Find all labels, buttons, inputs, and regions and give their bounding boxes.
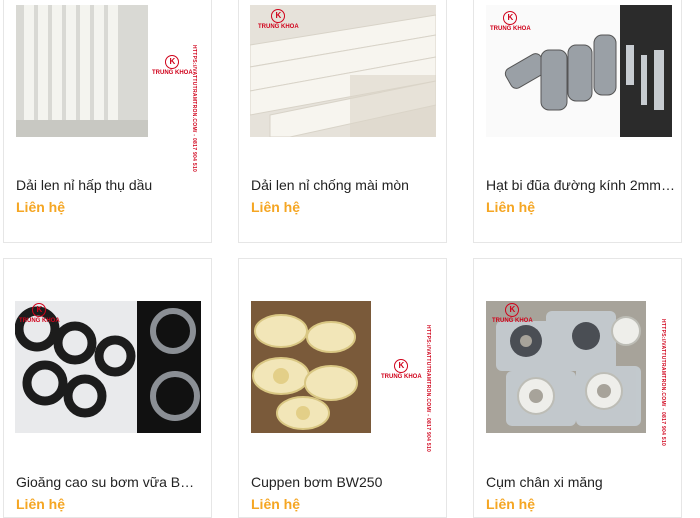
product-card[interactable]: K TRUNG KHOA Dải len nỉ chống mài mòn Li… [238, 0, 447, 243]
product-card[interactable]: K TRUNG KHOA HTTPS://VATTUTRAMTRON.COM/ … [473, 258, 682, 518]
product-image[interactable]: K TRUNG KHOA [15, 301, 201, 433]
product-card[interactable]: K TRUNG KHOA Hạt bi đũa đường kính 2mm d… [473, 0, 682, 243]
product-title[interactable]: Dải len nỉ hấp thụ dầu [16, 177, 205, 193]
brand-logo: K TRUNG KHOA [19, 303, 60, 324]
brand-logo: K TRUNG KHOA [381, 359, 422, 380]
product-image[interactable]: K TRUNG KHOA [250, 5, 436, 137]
brand-logo: K TRUNG KHOA [152, 55, 193, 76]
product-title[interactable]: Cụm chân xi măng [486, 474, 675, 490]
brand-logo: K TRUNG KHOA [492, 303, 533, 324]
product-image[interactable] [251, 301, 371, 433]
product-card[interactable]: K TRUNG KHOA HTTPS://VATTUTRAMTRON.COM/ … [3, 0, 212, 243]
brand-logo: K TRUNG KHOA [490, 11, 531, 32]
watermark-url: HTTPS://VATTUTRAMTRON.COM/ - 0817 904 51… [191, 45, 197, 173]
product-title[interactable]: Hạt bi đũa đường kính 2mm dài [486, 177, 675, 193]
product-image[interactable] [16, 5, 148, 137]
product-card[interactable]: K TRUNG KHOA Gioăng cao su bơm vữa BW320… [3, 258, 212, 518]
watermark-url: HTTPS://VATTUTRAMTRON.COM/ - 0817 904 51… [660, 319, 666, 447]
product-price: Liên hệ [16, 199, 66, 215]
product-price: Liên hệ [251, 496, 301, 512]
product-price: Liên hệ [251, 199, 301, 215]
product-image[interactable]: K TRUNG KHOA [486, 5, 672, 137]
product-title[interactable]: Gioăng cao su bơm vữa BW320 [16, 474, 205, 490]
brand-logo: K TRUNG KHOA [258, 9, 299, 30]
product-card[interactable]: K TRUNG KHOA HTTPS://VATTUTRAMTRON.COM/ … [238, 258, 447, 518]
product-title[interactable]: Cuppen bơm BW250 [251, 474, 440, 490]
product-title[interactable]: Dải len nỉ chống mài mòn [251, 177, 440, 193]
product-price: Liên hệ [486, 199, 536, 215]
watermark-url: HTTPS://VATTUTRAMTRON.COM/ - 0817 904 51… [425, 325, 431, 453]
product-price: Liên hệ [486, 496, 536, 512]
product-image[interactable]: K TRUNG KHOA [486, 301, 646, 433]
product-price: Liên hệ [16, 496, 66, 512]
product-grid: K TRUNG KHOA HTTPS://VATTUTRAMTRON.COM/ … [0, 0, 700, 518]
